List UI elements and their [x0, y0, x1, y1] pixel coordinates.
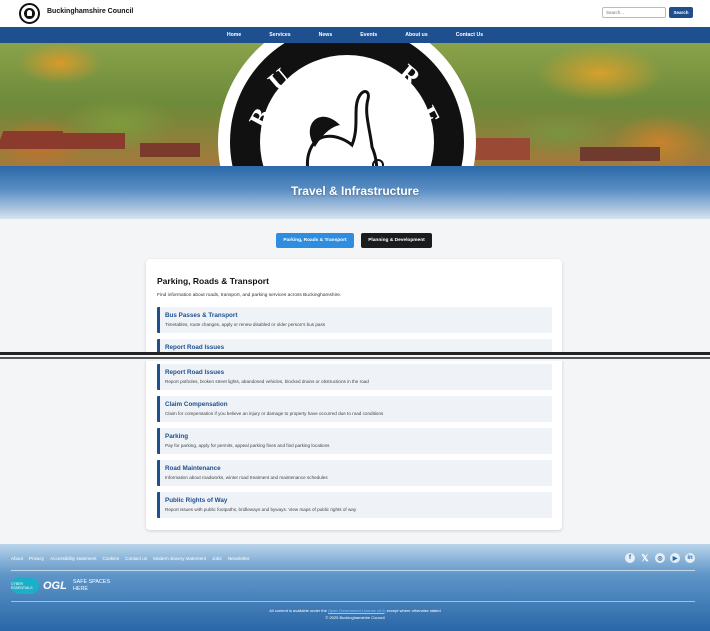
search-button[interactable]: Search: [669, 7, 693, 18]
hero-image: B U R E C L: [0, 43, 710, 166]
service-item-desc: Report issues with public footpaths, bri…: [165, 507, 357, 512]
service-item-public-rights-of-way[interactable]: Public Rights of Way Report issues with …: [157, 492, 552, 518]
site-name[interactable]: Buckinghamshire Council: [47, 8, 133, 15]
footer-divider: [11, 601, 695, 602]
footer-link-about[interactable]: About: [11, 556, 23, 561]
footer-link-contact[interactable]: Contact us: [125, 556, 147, 561]
copyright: © 2025 Buckinghamshire Council: [325, 615, 385, 620]
swan-icon: [305, 90, 384, 166]
footer-links: About Privacy Accessibility statement Co…: [11, 556, 249, 561]
instagram-icon[interactable]: ◎: [655, 553, 665, 563]
service-item-title[interactable]: Claim Compensation: [165, 401, 228, 408]
license-suffix: , except where otherwise stated: [384, 608, 441, 613]
service-item-title[interactable]: Report Road Issues: [165, 369, 224, 376]
service-item-title[interactable]: Parking: [165, 433, 188, 440]
tab-parking-roads-transport[interactable]: Parking, Roads & Transport: [276, 233, 354, 248]
ogl-logo: OGL: [43, 580, 67, 592]
footer-divider: [11, 570, 695, 571]
service-item-desc: Pay for parking, apply for permits, appe…: [165, 443, 330, 448]
safe-spaces-logo: SAFE SPACES HERE: [73, 579, 110, 593]
search-input[interactable]: [602, 7, 666, 18]
footer-link-modern-slavery[interactable]: Modern slavery statement: [153, 556, 206, 561]
linkedin-icon[interactable]: in: [685, 553, 695, 563]
license-prefix: All content is available under the: [269, 608, 327, 613]
site-header: Buckinghamshire Council Search: [0, 0, 710, 27]
license-link[interactable]: Open Government Licence v3.0: [328, 608, 384, 613]
facebook-icon[interactable]: f: [625, 553, 635, 563]
nav-item-about[interactable]: About us: [391, 27, 441, 43]
service-item-desc: Timetables, route changes, apply or rene…: [165, 322, 326, 327]
council-crest: B U R E C L: [218, 43, 476, 166]
nav-item-news[interactable]: News: [305, 27, 347, 43]
service-item-desc: Report potholes, broken street lights, a…: [165, 379, 369, 384]
social-links: f 𝕏 ◎ ▶ in: [625, 553, 695, 563]
council-logo-icon[interactable]: [19, 3, 40, 24]
youtube-icon[interactable]: ▶: [670, 553, 680, 563]
x-icon[interactable]: 𝕏: [640, 553, 650, 563]
footer-link-accessibility[interactable]: Accessibility statement: [50, 556, 96, 561]
nav-item-services[interactable]: Services: [255, 27, 304, 43]
service-item-title[interactable]: Report Road Issues: [165, 344, 224, 351]
service-item-bus-passes[interactable]: Bus Passes & Transport Timetables, route…: [157, 307, 552, 333]
service-item-desc: Information about roadworks, winter road…: [165, 475, 328, 480]
footer-link-privacy[interactable]: Privacy: [29, 556, 44, 561]
nav-item-events[interactable]: Events: [346, 27, 391, 43]
safe-spaces-line-1: SAFE SPACES: [73, 579, 111, 585]
footer-link-newsletter[interactable]: Newsletter: [228, 556, 250, 561]
nav-item-contact[interactable]: Contact Us: [442, 27, 497, 43]
service-item-report-road-issues[interactable]: Report Road Issues Report potholes, brok…: [157, 364, 552, 390]
tab-planning-development[interactable]: Planning & Development: [361, 233, 432, 248]
footer-link-cookies[interactable]: Cookies: [103, 556, 120, 561]
site-footer: About Privacy Accessibility statement Co…: [0, 544, 710, 631]
license-text: All content is available under the Open …: [0, 608, 710, 613]
service-item-road-maintenance[interactable]: Road Maintenance Information about roadw…: [157, 460, 552, 486]
service-item-title[interactable]: Public Rights of Way: [165, 497, 227, 504]
service-item-title[interactable]: Road Maintenance: [165, 465, 221, 472]
section-title: Parking, Roads & Transport: [157, 276, 269, 286]
seam-divider: [0, 352, 710, 355]
page-title: Travel & Infrastructure: [290, 184, 420, 198]
safe-spaces-line-2: HERE: [73, 586, 88, 592]
service-item-report-road-issues-partial[interactable]: Report Road Issues: [157, 339, 552, 353]
seam-divider: [0, 357, 710, 359]
nav-item-home[interactable]: Home: [213, 27, 255, 43]
main-nav: Home Services News Events About us Conta…: [0, 27, 710, 43]
service-item-title[interactable]: Bus Passes & Transport: [165, 312, 237, 319]
cyber-essentials-badge: CYBER ESSENTIALS: [11, 577, 39, 594]
footer-link-jobs[interactable]: Jobs: [212, 556, 222, 561]
service-item-desc: Claim for compensation if you believe an…: [165, 411, 384, 416]
service-item-parking[interactable]: Parking Pay for parking, apply for permi…: [157, 428, 552, 454]
service-item-claim-compensation[interactable]: Claim Compensation Claim for compensatio…: [157, 396, 552, 422]
section-card: Parking, Roads & Transport Find informat…: [146, 259, 562, 530]
section-description: Find information about roads, transport,…: [157, 293, 342, 298]
